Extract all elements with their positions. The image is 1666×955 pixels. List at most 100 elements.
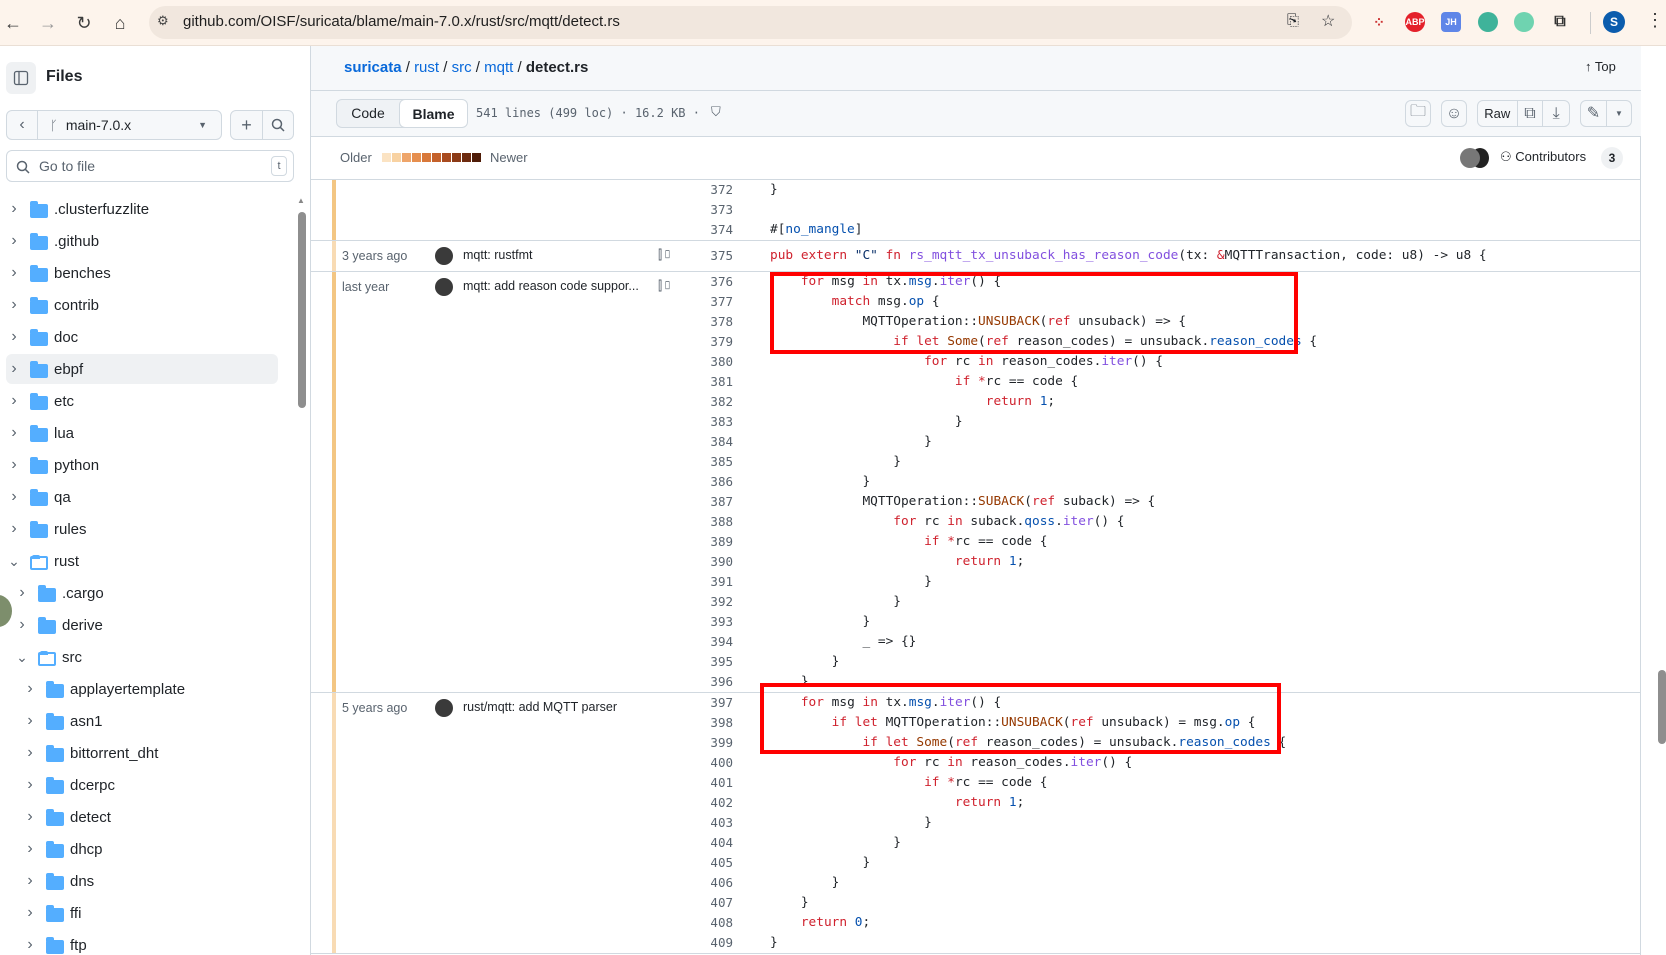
search-button[interactable] <box>262 110 294 140</box>
go-to-file-input[interactable]: Go to file t <box>6 150 294 182</box>
home-icon[interactable]: ⌂ <box>108 11 132 35</box>
line-number[interactable]: 404 <box>641 833 733 853</box>
tree-item[interactable]: › benches <box>0 258 290 288</box>
line-number[interactable]: 378 <box>641 312 733 332</box>
security-shield-icon[interactable]: ⛉ <box>711 104 721 120</box>
tree-item[interactable]: › .cargo <box>0 578 290 608</box>
chevron-right-icon[interactable]: › <box>24 904 36 922</box>
breadcrumb-repo[interactable]: suricata <box>344 59 402 76</box>
line-number[interactable]: 377 <box>641 292 733 312</box>
chevron-right-icon[interactable]: › <box>24 808 36 826</box>
line-number[interactable]: 406 <box>641 873 733 893</box>
bookmark-star-icon[interactable]: ☆ <box>1321 11 1335 31</box>
extensions-puzzle-icon[interactable]: ⧉ <box>1550 12 1570 32</box>
chevron-right-icon[interactable]: › <box>24 712 36 730</box>
top-button[interactable]: ↑ Top <box>1585 59 1616 74</box>
tree-item[interactable]: › dns <box>0 866 290 896</box>
site-info-icon[interactable]: ⚙ <box>157 13 169 29</box>
tab-blame[interactable]: Blame <box>399 99 468 128</box>
chevron-right-icon[interactable]: › <box>16 616 28 634</box>
forward-icon[interactable]: → <box>36 11 60 35</box>
line-number[interactable]: 376 <box>641 272 733 292</box>
chevron-right-icon[interactable]: › <box>24 776 36 794</box>
line-number[interactable]: 388 <box>641 512 733 532</box>
line-number[interactable]: 402 <box>641 793 733 813</box>
chevron-right-icon[interactable]: › <box>8 488 20 506</box>
line-number[interactable]: 381 <box>641 372 733 392</box>
sidebar-scrollbar[interactable] <box>298 212 306 408</box>
chevron-right-icon[interactable]: › <box>8 392 20 410</box>
line-number[interactable]: 401 <box>641 773 733 793</box>
chevron-right-icon[interactable]: › <box>8 328 20 346</box>
add-file-button[interactable]: + <box>230 110 263 140</box>
tree-item[interactable]: › detect <box>0 802 290 832</box>
collapse-sidebar-icon[interactable] <box>6 62 36 94</box>
line-number[interactable]: 400 <box>641 753 733 773</box>
chevron-right-icon[interactable]: › <box>8 424 20 442</box>
line-number[interactable]: 372 <box>641 180 733 200</box>
line-number[interactable]: 379 <box>641 332 733 352</box>
line-number[interactable]: 374 <box>641 220 733 240</box>
page-scrollbar[interactable] <box>1658 670 1666 744</box>
chevron-right-icon[interactable]: › <box>24 840 36 858</box>
chevron-right-icon[interactable]: › <box>8 520 20 538</box>
extension-shell-icon[interactable] <box>1514 12 1534 32</box>
tree-item[interactable]: › derive <box>0 610 290 640</box>
tab-code[interactable]: Code <box>337 100 399 127</box>
line-number[interactable]: 399 <box>641 733 733 753</box>
tree-item[interactable]: › bittorrent_dht <box>0 738 290 768</box>
back-icon[interactable]: ← <box>1 11 25 35</box>
chevron-right-icon[interactable]: › <box>8 360 20 378</box>
line-number[interactable]: 385 <box>641 452 733 472</box>
chevron-right-icon[interactable]: › <box>8 200 20 218</box>
line-number[interactable]: 392 <box>641 592 733 612</box>
line-number[interactable]: 387 <box>641 492 733 512</box>
line-number[interactable]: 408 <box>641 913 733 933</box>
tree-item[interactable]: › asn1 <box>0 706 290 736</box>
scroll-up-arrow[interactable]: ▲ <box>297 196 305 205</box>
chevron-right-icon[interactable]: › <box>24 680 36 698</box>
tree-item[interactable]: › contrib <box>0 290 290 320</box>
tree-item[interactable]: › etc <box>0 386 290 416</box>
chevron-right-icon[interactable]: › <box>24 872 36 890</box>
tree-item[interactable]: › doc <box>0 322 290 352</box>
chevron-right-icon[interactable]: › <box>24 744 36 762</box>
tree-item[interactable]: ⌄ src <box>0 642 290 672</box>
line-number[interactable]: 398 <box>641 713 733 733</box>
line-number[interactable]: 394 <box>641 632 733 652</box>
line-number[interactable]: 390 <box>641 552 733 572</box>
line-number[interactable]: 405 <box>641 853 733 873</box>
line-number[interactable]: 389 <box>641 532 733 552</box>
chevron-right-icon[interactable]: › <box>8 264 20 282</box>
tree-item[interactable]: ⌄ rust <box>0 546 290 576</box>
tree-item[interactable]: › ftp <box>0 930 290 955</box>
chevron-down-icon[interactable]: ▼ <box>1607 101 1631 126</box>
tree-item[interactable]: › dcerpc <box>0 770 290 800</box>
chevron-right-icon[interactable]: › <box>16 584 28 602</box>
line-number[interactable]: 395 <box>641 652 733 672</box>
line-number[interactable]: 383 <box>641 412 733 432</box>
tree-item[interactable]: › python <box>0 450 290 480</box>
line-number[interactable]: 396 <box>641 672 733 692</box>
back-button[interactable]: ‹ <box>6 110 38 140</box>
line-number[interactable]: 384 <box>641 432 733 452</box>
profile-avatar[interactable]: S <box>1603 11 1625 33</box>
line-number[interactable]: 382 <box>641 392 733 412</box>
contributor-avatar[interactable] <box>1460 148 1480 168</box>
menu-kebab-icon[interactable]: ⋮ <box>1646 10 1664 31</box>
contributors-button[interactable]: ⚇ Contributors <box>1500 149 1586 165</box>
add-to-folder-icon[interactable]: 🗀 <box>1405 100 1431 127</box>
copy-icon[interactable]: ⧉ <box>1518 101 1544 126</box>
tree-item[interactable]: › rules <box>0 514 290 544</box>
copilot-icon[interactable]: ☺ <box>1441 100 1467 127</box>
chevron-right-icon[interactable]: › <box>24 936 36 954</box>
tree-item[interactable]: › ffi <box>0 898 290 928</box>
tree-item[interactable]: › .clusterfuzzlite <box>0 194 290 224</box>
breadcrumb-rust[interactable]: rust <box>414 59 439 76</box>
line-number[interactable]: 397 <box>641 693 733 713</box>
line-number[interactable]: 380 <box>641 352 733 372</box>
tree-item[interactable]: › ebpf <box>6 354 278 384</box>
reload-icon[interactable]: ↻ <box>72 11 96 35</box>
line-number[interactable]: 375 <box>641 246 733 266</box>
line-number[interactable]: 409 <box>641 933 733 953</box>
